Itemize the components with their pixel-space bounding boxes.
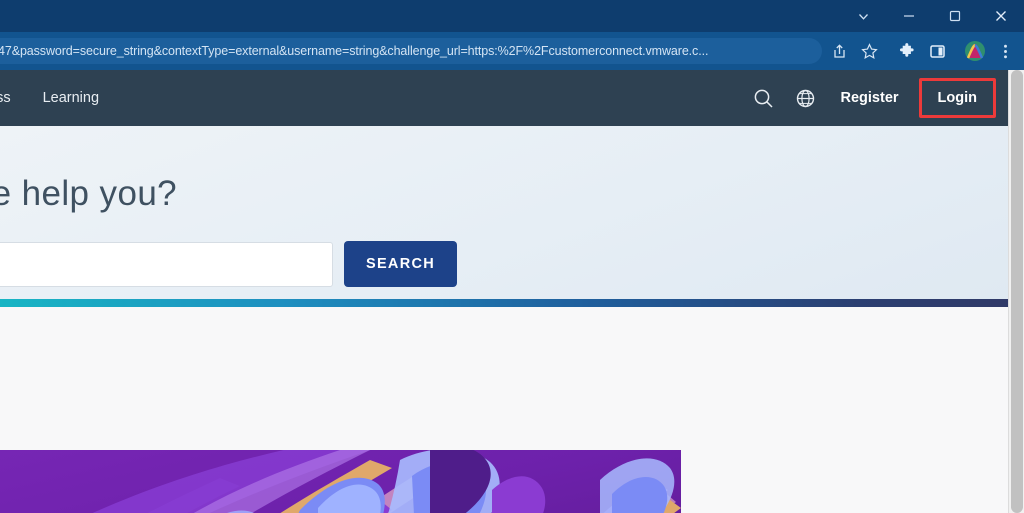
three-dot-menu-icon[interactable] bbox=[990, 36, 1020, 66]
login-highlight-annotation: Login bbox=[918, 78, 996, 118]
tab-search-icon[interactable] bbox=[840, 0, 886, 32]
profile-avatar-icon[interactable] bbox=[960, 36, 990, 66]
register-link[interactable]: Register bbox=[827, 90, 913, 106]
close-icon[interactable] bbox=[978, 0, 1024, 32]
promo-artwork bbox=[0, 450, 681, 513]
browser-window: AC847&password=secure_string&contextType… bbox=[0, 0, 1024, 513]
share-icon[interactable] bbox=[824, 36, 854, 66]
login-button[interactable]: Login bbox=[938, 90, 977, 106]
promo-banner-card[interactable] bbox=[0, 450, 681, 513]
maximize-icon[interactable] bbox=[932, 0, 978, 32]
bookmark-star-icon[interactable] bbox=[854, 36, 884, 66]
search-icon[interactable] bbox=[743, 78, 785, 118]
page-scrollbar-thumb[interactable] bbox=[1011, 70, 1023, 513]
globe-icon[interactable] bbox=[785, 78, 827, 118]
extensions-puzzle-icon[interactable] bbox=[892, 36, 922, 66]
page-viewport: ess Learning bbox=[0, 70, 1024, 513]
nav-primary-links: ess Learning bbox=[0, 90, 115, 106]
page-title: n we help you? bbox=[0, 174, 178, 213]
site-navigation-bar: ess Learning bbox=[0, 70, 1008, 126]
address-bar[interactable]: AC847&password=secure_string&contextType… bbox=[0, 38, 822, 64]
accent-gradient-divider bbox=[0, 299, 1008, 307]
browser-title-bar bbox=[0, 0, 1024, 32]
search-input[interactable] bbox=[0, 241, 333, 287]
nav-utility-group: Register Login bbox=[743, 70, 1009, 126]
search-button[interactable]: SEARCH bbox=[344, 241, 457, 287]
toolbar-icon-group bbox=[824, 32, 1024, 70]
hero-search-row: SEARCH bbox=[0, 241, 457, 287]
page-content-area bbox=[0, 307, 1008, 513]
side-panel-icon[interactable] bbox=[922, 36, 952, 66]
nav-item-access-clipped[interactable]: ess bbox=[0, 90, 27, 106]
page-scrollbar-track[interactable] bbox=[1008, 70, 1024, 513]
hero-section: n we help you? SEARCH bbox=[0, 126, 1008, 299]
address-bar-text: AC847&password=secure_string&contextType… bbox=[0, 44, 709, 58]
nav-item-learning[interactable]: Learning bbox=[27, 90, 115, 106]
minimize-icon[interactable] bbox=[886, 0, 932, 32]
